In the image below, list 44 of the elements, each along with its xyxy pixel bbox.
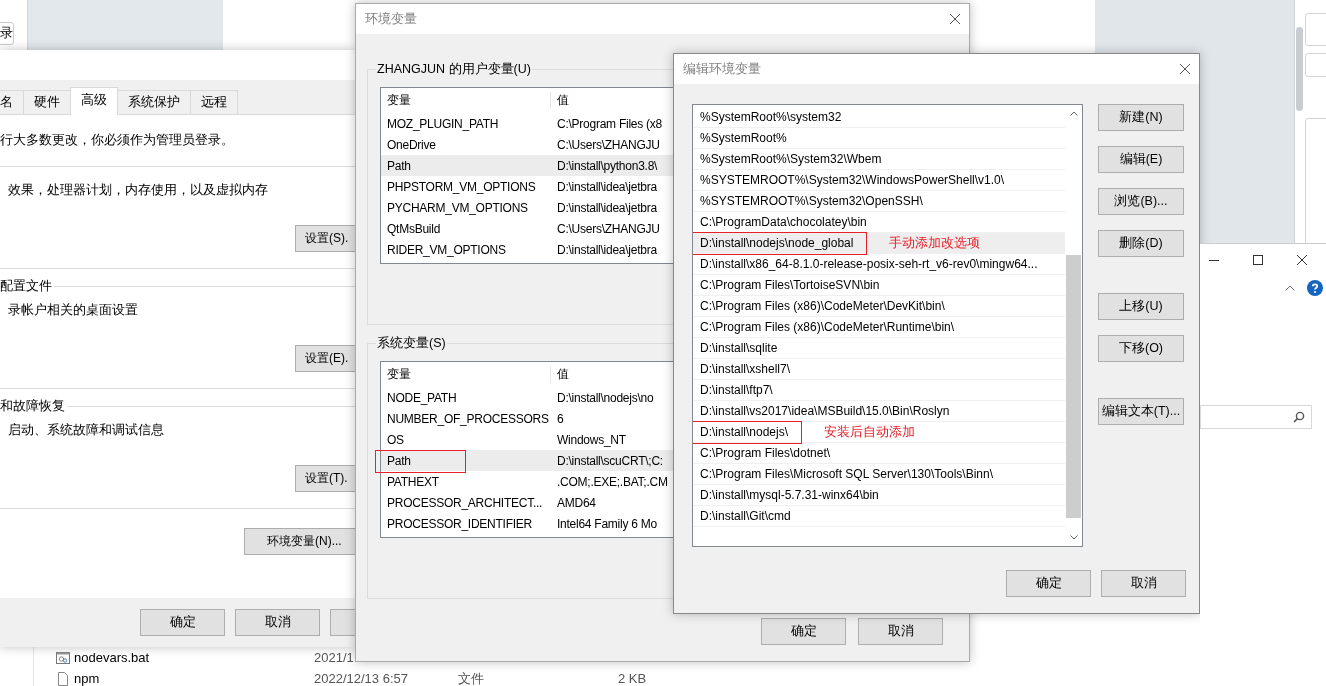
table-cell-text: Intel64 Family 6 Mo <box>556 516 657 531</box>
table-cell-text: Windows_NT <box>556 432 626 447</box>
annotation-text: 安装后自动添加 <box>824 423 916 441</box>
table-cell-text: D:\install\idea\jetbra <box>556 200 657 215</box>
section-heading: 配置文件 <box>0 277 52 295</box>
table-cell-text: PHPSTORM_VM_OPTIONS <box>386 179 537 194</box>
file-type: 文件 <box>458 669 485 686</box>
table-cell-text: OS <box>386 432 405 447</box>
table-cell-text: Path <box>386 158 412 173</box>
file-size: 2 KB <box>618 671 647 686</box>
annotation-text: 手动添加改选项 <box>889 234 981 252</box>
table-cell-text: PROCESSOR_ARCHITECT... <box>386 495 544 510</box>
section-description: 效果，处理器计划，内存使用，以及虚拟内存 <box>7 182 269 199</box>
file-date: 2022/12/13 6:57 <box>314 671 409 686</box>
section-description: 录帐户相关的桌面设置 <box>7 302 139 319</box>
window-title: 环境变量 <box>365 10 417 28</box>
table-cell-text: C:\Users\ZHANGJU <box>556 137 660 152</box>
table-cell-text: D:\install\python3.8\ <box>556 158 658 173</box>
file-date: 2021/1 <box>314 650 355 665</box>
table-cell-text: RIDER_VM_OPTIONS <box>386 242 507 257</box>
table-cell-text: PATHEXT <box>386 474 440 489</box>
window-title: 编辑环境变量 <box>683 60 761 78</box>
group-label: 系统变量(S) <box>376 335 447 352</box>
table-cell-text: D:\install\idea\jetbra <box>556 179 657 194</box>
table-cell-text: C:\Users\ZHANGJU <box>556 221 660 236</box>
table-cell-text: D:\install\idea\jetbra <box>556 242 657 257</box>
table-cell-text: NODE_PATH <box>386 390 458 405</box>
table-cell-text: D:\install\scuCRT\;C: <box>556 453 663 468</box>
table-cell-text: MOZ_PLUGIN_PATH <box>386 116 500 131</box>
notice-text: 行大多数更改，你必须作为管理员登录。 <box>0 132 235 149</box>
table-cell-text: PYCHARM_VM_OPTIONS <box>386 200 529 215</box>
table-cell: Path <box>381 453 551 468</box>
table-cell-text: NUMBER_OF_PROCESSORS <box>386 411 550 426</box>
section-heading: 和故障恢复 <box>0 397 65 415</box>
table-cell-text: C:\Program Files (x8 <box>556 116 663 131</box>
table-cell-text: PROCESSOR_IDENTIFIER <box>386 516 534 531</box>
table-cell-text: .COM;.EXE;.BAT;.CM <box>556 474 668 489</box>
group-label: ZHANGJUN 的用户变量(U) <box>376 61 532 78</box>
section-description: 启动、系统故障和调试信息 <box>7 422 165 439</box>
table-cell-text: QtMsBuild <box>386 221 442 236</box>
table-cell-text: 6 <box>556 411 564 426</box>
table-cell-text: AMD64 <box>556 495 596 510</box>
table-cell-text: D:\install\nodejs\no <box>556 390 654 405</box>
table-cell-text: OneDrive <box>386 137 437 152</box>
